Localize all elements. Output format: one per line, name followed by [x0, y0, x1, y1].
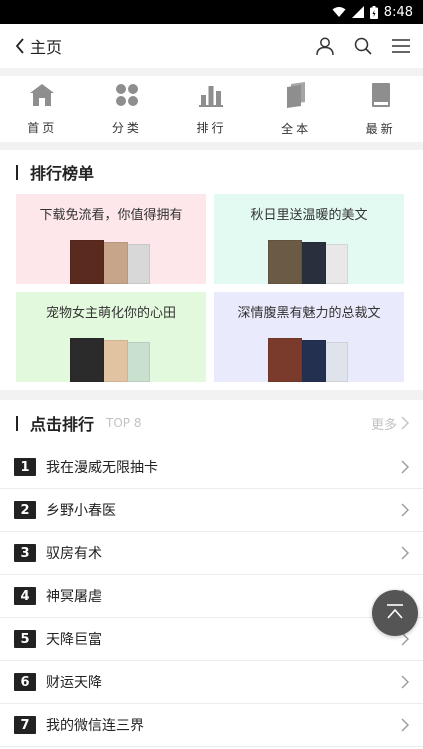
title-bar [16, 164, 18, 180]
latest-book-icon [371, 82, 391, 112]
rank-chart-icon [199, 83, 224, 111]
book-title: 天降巨富 [46, 632, 102, 648]
battery-icon [369, 5, 378, 19]
divider [0, 68, 423, 76]
chevron-right-icon [401, 675, 409, 689]
search-icon[interactable] [353, 36, 373, 56]
home-icon [29, 83, 55, 111]
ranking-card[interactable]: 秋日里送温暖的美文 [214, 194, 404, 284]
book-title: 财运天降 [46, 675, 102, 691]
book-cover [70, 240, 104, 284]
book-title: 神冥屠虐 [46, 589, 102, 605]
rank-row[interactable]: 4 神冥屠虐 [0, 575, 423, 618]
chevron-right-icon [401, 718, 409, 732]
section-header: 点击排行 TOP 8 更多 [0, 400, 423, 446]
more-label: 更多 [370, 417, 397, 433]
nav-label: 首页 [27, 120, 58, 135]
section-header: 排行榜单 [0, 150, 423, 194]
card-title: 下载免流看，你值得拥有 [39, 208, 183, 223]
ranking-board-section: 排行榜单 下载免流看，你值得拥有 秋日里送温暖的美文 宠物女主萌化你的心田 深情… [0, 150, 423, 390]
section-title: 排行榜单 [30, 164, 95, 183]
divider [0, 142, 423, 150]
ranking-cards: 下载免流看，你值得拥有 秋日里送温暖的美文 宠物女主萌化你的心田 深情腹黑有魅力… [0, 194, 423, 382]
signal-icon [351, 6, 364, 18]
card-title: 秋日里送温暖的美文 [250, 208, 368, 223]
book-title: 我的微信连三界 [46, 718, 144, 734]
rank-list: 1 我在漫威无限抽卡 2 乡野小春医 3 驭房有术 4 神冥屠虐 5 天降巨富 6 财运天降 7 我的微信… [0, 446, 423, 747]
nav-label: 分类 [111, 120, 142, 135]
rank-number: 3 [14, 544, 36, 562]
chevron-left-icon [14, 37, 26, 55]
rank-row[interactable]: 1 我在漫威无限抽卡 [0, 446, 423, 489]
nav-item-latest[interactable]: 最新 [338, 76, 423, 142]
click-ranking-section: 点击排行 TOP 8 更多 1 我在漫威无限抽卡 2 乡野小春医 3 驭房有术 4 神冥屠虐 5… [0, 400, 423, 747]
nav-label: 排行 [196, 120, 227, 135]
chevron-right-icon [401, 546, 409, 560]
book-covers [70, 338, 152, 382]
rank-number: 5 [14, 630, 36, 648]
nav-item-rank[interactable]: 排行 [169, 76, 254, 142]
book-covers [70, 240, 152, 284]
nav-item-home[interactable]: 首页 [0, 76, 85, 142]
rank-row[interactable]: 2 乡野小春医 [0, 489, 423, 532]
book-title: 驭房有术 [46, 546, 102, 562]
book-covers [268, 240, 350, 284]
rank-row[interactable]: 3 驭房有术 [0, 532, 423, 575]
chevron-right-icon [401, 416, 409, 430]
divider [0, 390, 423, 400]
book-cover [70, 338, 104, 382]
book-title: 乡野小春医 [46, 503, 116, 519]
nav-item-complete[interactable]: 全本 [254, 76, 339, 142]
nav-label: 全本 [281, 121, 312, 136]
card-title: 深情腹黑有魅力的总裁文 [237, 306, 381, 321]
book-cover [268, 240, 302, 284]
more-link[interactable]: 更多 [371, 414, 409, 433]
chevron-right-icon [401, 460, 409, 474]
title-bar [16, 415, 18, 431]
ranking-card[interactable]: 宠物女主萌化你的心田 [16, 292, 206, 382]
nav-item-category[interactable]: 分类 [85, 76, 170, 142]
back-label: 主页 [30, 38, 63, 57]
arrow-up-icon [385, 604, 405, 622]
rank-row[interactable]: 6 财运天降 [0, 661, 423, 704]
ranking-card[interactable]: 深情腹黑有魅力的总裁文 [214, 292, 404, 382]
book-cover [268, 338, 302, 382]
rank-number: 1 [14, 458, 36, 476]
top-header: 主页 [0, 24, 423, 68]
wifi-icon [332, 6, 346, 18]
menu-icon[interactable] [391, 38, 411, 54]
rank-number: 7 [14, 716, 36, 734]
section-title: 点击排行 [30, 415, 95, 434]
card-title: 宠物女主萌化你的心田 [45, 306, 176, 321]
status-time: 8:48 [383, 4, 413, 20]
rank-number: 2 [14, 501, 36, 519]
nav-label: 最新 [365, 121, 396, 136]
ranking-card[interactable]: 下载免流看，你值得拥有 [16, 194, 206, 284]
category-icon [115, 83, 139, 111]
status-bar: 8:48 [0, 0, 423, 24]
rank-number: 6 [14, 673, 36, 691]
back-button[interactable]: 主页 [14, 34, 62, 58]
back-to-top-button[interactable] [372, 590, 418, 636]
complete-books-icon [285, 81, 307, 112]
chevron-right-icon [401, 503, 409, 517]
rank-number: 4 [14, 587, 36, 605]
user-icon[interactable] [315, 36, 335, 56]
rank-row[interactable]: 5 天降巨富 [0, 618, 423, 661]
book-title: 我在漫威无限抽卡 [46, 460, 158, 476]
book-covers [268, 338, 350, 382]
category-nav: 首页 分类 排行 全本 最新 [0, 76, 423, 142]
section-subtitle: TOP 8 [106, 416, 142, 430]
rank-row[interactable]: 7 我的微信连三界 [0, 704, 423, 747]
